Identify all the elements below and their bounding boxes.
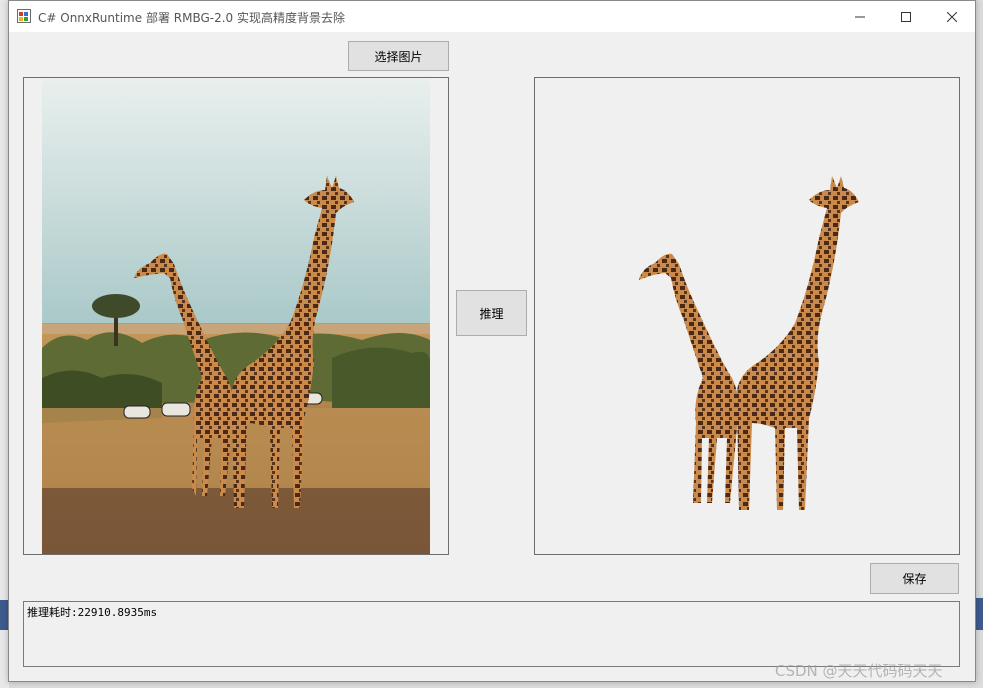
main-window: C# OnnxRuntime 部署 RMBG-2.0 实现高精度背景去除 选择图… — [8, 0, 976, 682]
save-button[interactable]: 保存 — [870, 563, 959, 594]
watermark: CSDN @天天代码码天天 — [775, 662, 943, 680]
output-photo — [535, 78, 959, 554]
window-title: C# OnnxRuntime 部署 RMBG-2.0 实现高精度背景去除 — [38, 11, 345, 25]
minimize-icon — [855, 16, 865, 17]
minimize-button[interactable] — [837, 1, 883, 32]
maximize-button[interactable] — [883, 1, 929, 32]
desktop-taskbar-strip-right — [975, 598, 983, 630]
output-log-textbox[interactable]: 推理耗时:22910.8935ms — [23, 601, 960, 667]
close-button[interactable] — [929, 1, 975, 32]
maximize-icon — [901, 11, 911, 22]
input-photo — [24, 78, 448, 554]
close-icon — [947, 11, 957, 22]
output-image-box — [534, 77, 960, 555]
input-image-box — [23, 77, 449, 555]
app-icon — [17, 9, 31, 23]
select-image-button[interactable]: 选择图片 — [348, 41, 449, 71]
inference-button[interactable]: 推理 — [456, 290, 527, 336]
title-bar[interactable]: C# OnnxRuntime 部署 RMBG-2.0 实现高精度背景去除 — [9, 1, 975, 32]
